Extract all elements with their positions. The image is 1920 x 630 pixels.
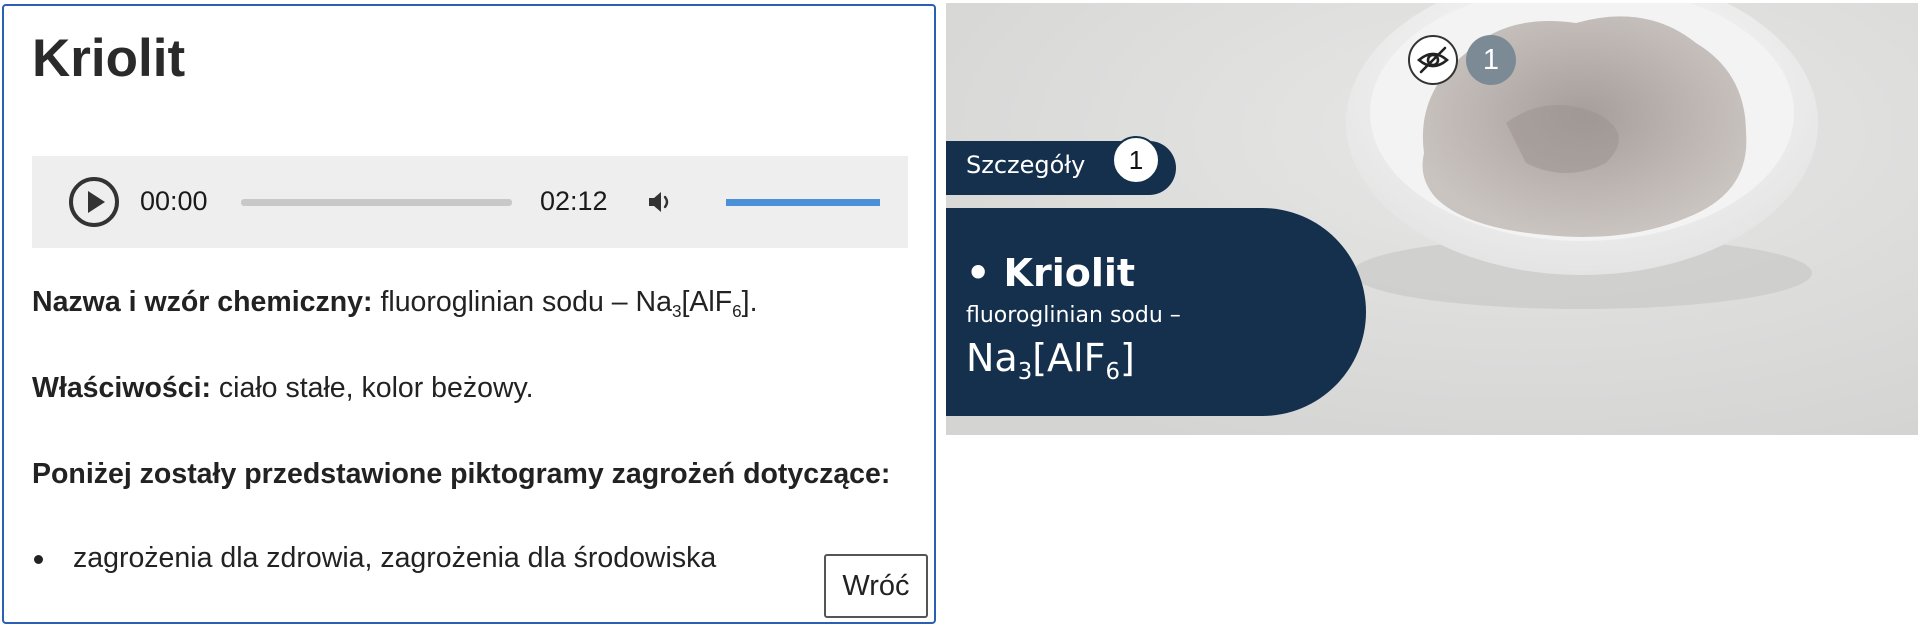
info-panel: Kriolit 00:00 02:12 Nazwa i wzór chemicz… — [2, 4, 936, 624]
chemical-name-value: fluoroglinian sodu – Na — [380, 286, 672, 318]
card-formula-sub2: 6 — [1105, 358, 1120, 385]
volume-icon[interactable] — [644, 186, 676, 218]
seek-slider[interactable] — [241, 199, 512, 206]
properties-value: ciało stałe, kolor beżowy. — [218, 372, 534, 404]
play-icon[interactable] — [68, 176, 120, 228]
card-formula-c: ] — [1120, 336, 1135, 380]
formula-mid: [AlF — [681, 286, 733, 318]
properties-label: Właściwości: — [32, 372, 211, 404]
card-formula-a: Na — [966, 336, 1018, 380]
chemical-name-label: Nazwa i wzór chemiczny: — [32, 286, 373, 318]
bullet-icon — [34, 554, 43, 564]
illustration-scene: 1 Szczegóły 1 • Kriolit fluoroglinian so… — [946, 3, 1918, 435]
hide-icon[interactable] — [1408, 35, 1458, 85]
details-label: Szczegóły — [966, 151, 1086, 179]
details-marker[interactable]: 1 — [1112, 136, 1160, 184]
back-button[interactable]: Wróć — [824, 554, 928, 618]
marker-count-badge[interactable]: 1 — [1466, 35, 1516, 85]
pictograms-heading: Poniżej zostały przedstawione piktogramy… — [32, 458, 891, 490]
hazard-text: zagrożenia dla zdrowia, zagrożenia dla ś… — [73, 542, 717, 574]
card-subtitle: fluoroglinian sodu – — [966, 303, 1181, 328]
card-name: • Kriolit — [966, 251, 1136, 295]
list-item: zagrożenia dla zdrowia, zagrożenia dla ś… — [32, 542, 716, 575]
panel-title: Kriolit — [32, 29, 186, 88]
duration-time: 02:12 — [540, 186, 608, 216]
card-formula-b: [AlF — [1032, 336, 1106, 380]
card-formula: Na3[AlF6] — [966, 336, 1135, 383]
formula-end: ]. — [741, 286, 758, 318]
properties-line: Właściwości: ciało stałe, kolor beżowy. — [32, 372, 534, 405]
card-formula-sub1: 3 — [1017, 358, 1033, 385]
chemical-name-line: Nazwa i wzór chemiczny: fluoroglinian so… — [32, 286, 758, 321]
current-time: 00:00 — [140, 186, 208, 216]
volume-level — [726, 199, 880, 206]
audio-player: 00:00 02:12 — [32, 156, 908, 248]
volume-slider[interactable] — [726, 199, 880, 206]
formula-sub-2: 6 — [732, 301, 742, 321]
